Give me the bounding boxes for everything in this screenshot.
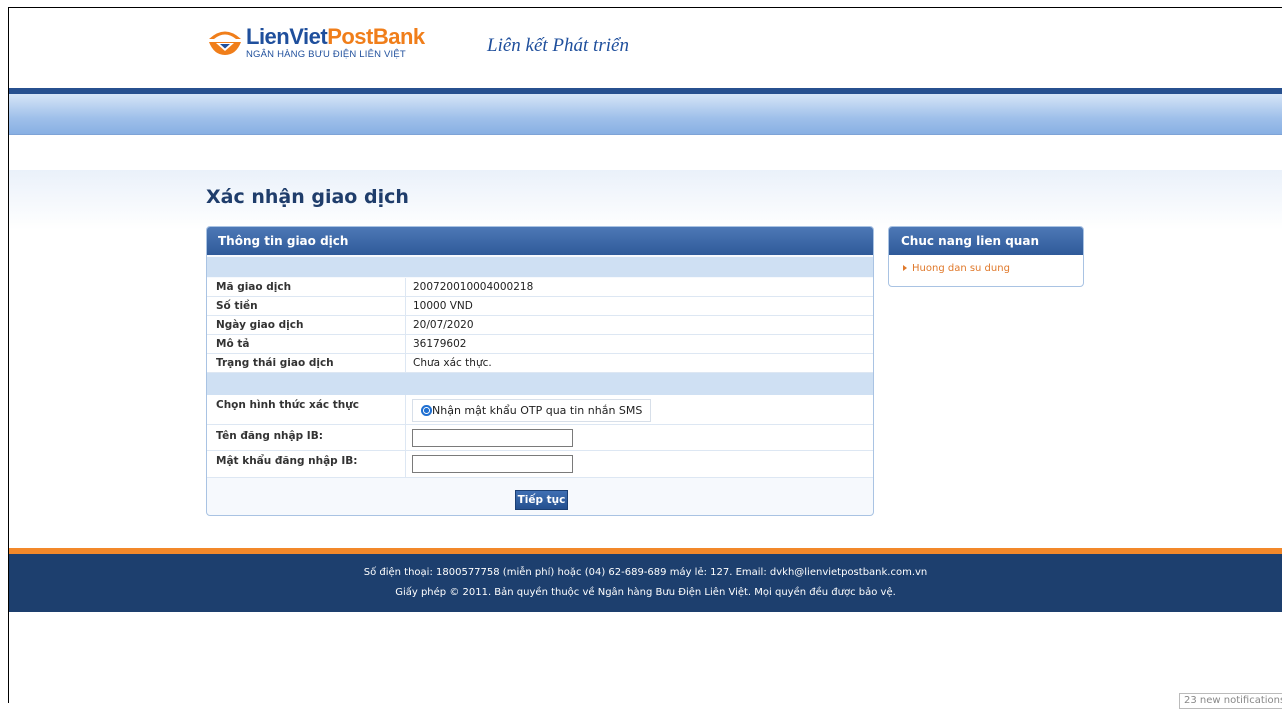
navigation-bar [9,94,1282,135]
row-value: 20/07/2020 [413,319,474,331]
brand-slogan: Liên kết Phát triển [487,35,629,56]
page-title: Xác nhận giao dịch [206,186,409,208]
otp-sms-radio-option[interactable]: Nhận mật khẩu OTP qua tin nhắn SMS [412,399,651,422]
logo-emblem-icon [209,31,241,55]
user-guide-link-label[interactable]: Huong dan su dung [912,263,1010,274]
row-value: 200720010004000218 [413,281,534,293]
user-guide-link[interactable]: Huong dan su dung [903,263,1010,274]
otp-sms-label[interactable]: Nhận mật khẩu OTP qua tin nhắn SMS [432,404,642,417]
auth-method-row: Chọn hình thức xác thực Nhận mật khẩu OT… [207,395,873,425]
row-label: Mã giao dịch [216,281,292,293]
logo-wordmark: LienVietPostBank [246,24,425,49]
row-value: 10000 VND [413,300,473,312]
arrow-right-icon [903,265,907,271]
row-value: Chưa xác thực. [413,357,492,369]
related-functions-panel: Chuc nang lien quan Huong dan su dung [888,226,1084,287]
auth-method-label: Chọn hình thức xác thực [216,399,359,411]
notifications-badge[interactable]: 23 new notifications [1179,693,1282,709]
username-row: Tên đăng nhập IB: [207,425,873,451]
password-input[interactable] [412,455,573,473]
info-row-status: Trạng thái giao dịch Chưa xác thực. [207,354,873,373]
row-label: Mô tả [216,338,250,350]
row-label: Trạng thái giao dịch [216,357,334,369]
transaction-info-panel: Thông tin giao dịch Mã giao dịch 2007200… [206,226,874,516]
row-label: Số tiền [216,300,258,312]
site-footer: Số điện thoại: 1800577758 (miễn phí) hoặ… [9,554,1282,612]
password-label: Mật khẩu đăng nhập IB: [216,455,358,467]
window-frame-left [0,8,9,703]
logo-subtitle: NGÂN HÀNG BƯU ĐIỆN LIÊN VIỆT [246,49,406,60]
info-row-amount: Số tiền 10000 VND [207,297,873,316]
site-header [9,8,1282,88]
password-row: Mật khẩu đăng nhập IB: [207,451,873,478]
bank-logo[interactable]: LienVietPostBank NGÂN HÀNG BƯU ĐIỆN LIÊN… [206,24,436,64]
info-row-description: Mô tả 36179602 [207,335,873,354]
row-value: 36179602 [413,338,467,350]
username-label: Tên đăng nhập IB: [216,430,323,442]
row-label: Ngày giao dịch [216,319,304,331]
footer-copyright-line: Giấy phép © 2011. Bản quyền thuộc về Ngâ… [395,587,896,598]
section-separator [207,257,873,277]
info-row-transaction-id: Mã giao dịch 200720010004000218 [207,278,873,297]
panel-title: Thông tin giao dịch [207,227,873,255]
info-row-date: Ngày giao dịch 20/07/2020 [207,316,873,335]
section-separator [207,373,873,395]
continue-button[interactable]: Tiếp tục [515,490,568,510]
footer-contact-line: Số điện thoại: 1800577758 (miễn phí) hoặ… [363,567,928,578]
radio-selected-icon[interactable] [421,405,432,416]
username-input[interactable] [412,429,573,447]
side-panel-title: Chuc nang lien quan [889,227,1083,255]
